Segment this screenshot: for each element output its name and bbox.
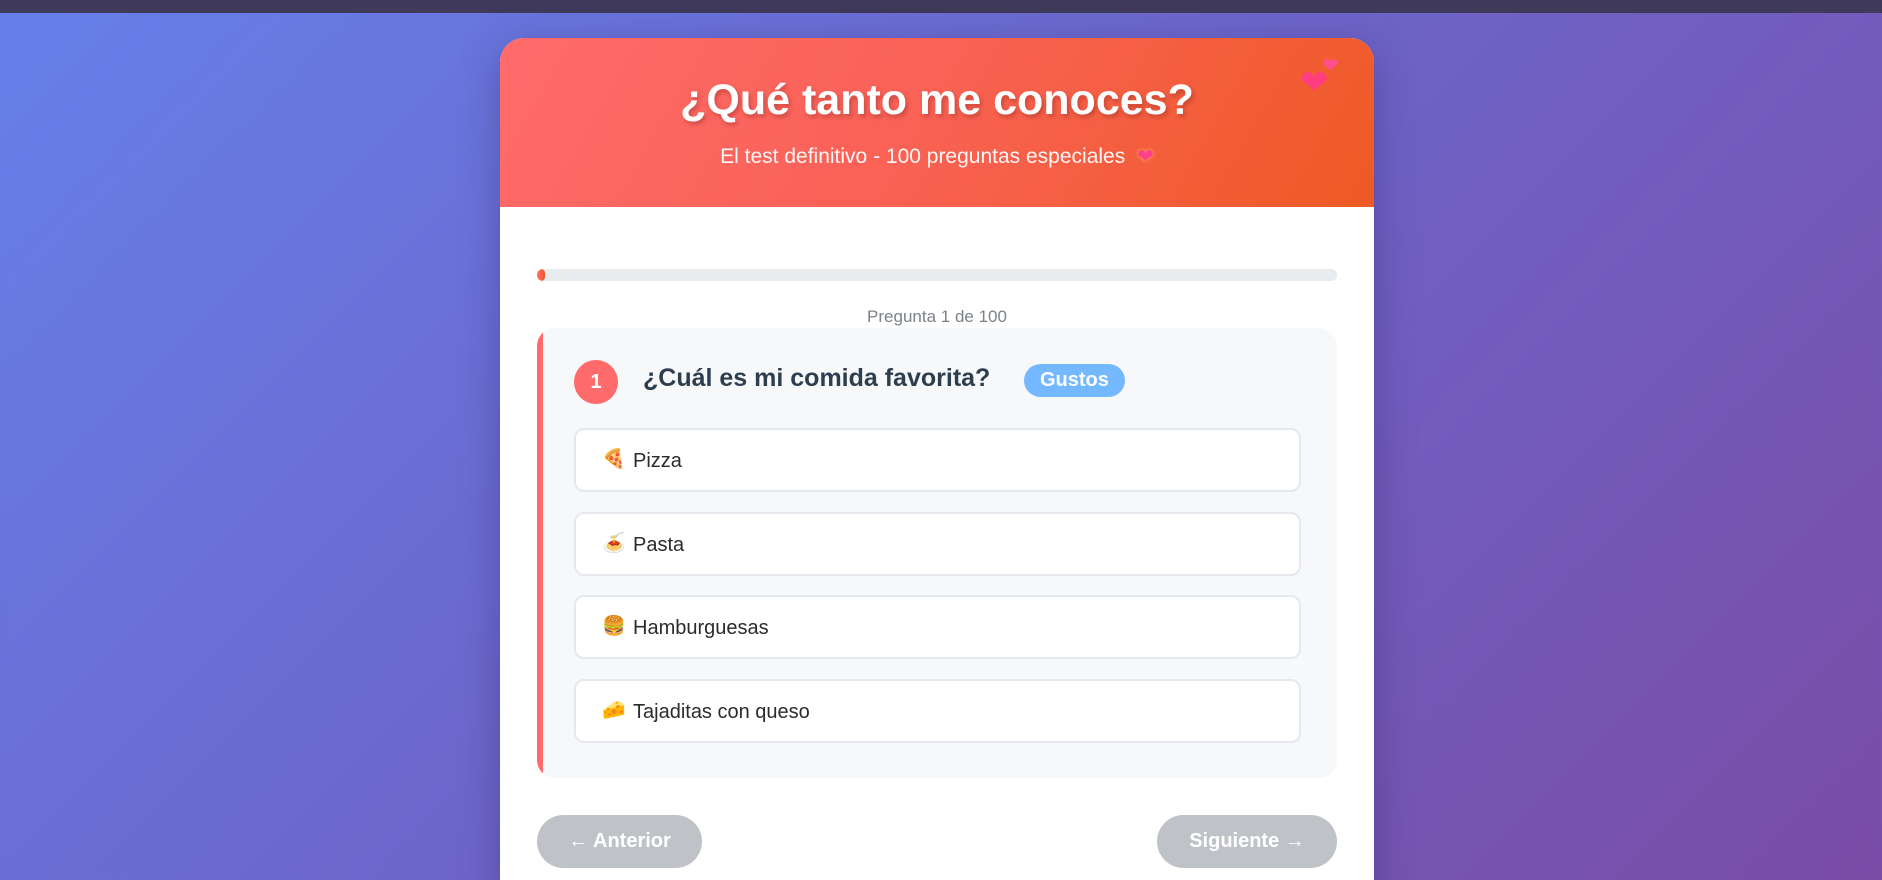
quiz-header: ¿Qué tanto me conoces? El test definitiv… — [500, 38, 1374, 207]
hamburger-icon: 🍔 — [602, 616, 626, 637]
option-pasta[interactable]: 🍝 Pasta — [574, 512, 1301, 576]
page-subtitle: El test definitivo - 100 preguntas espec… — [500, 144, 1374, 169]
option-hamburguesas[interactable]: 🍔 Hamburguesas — [574, 595, 1301, 659]
spaghetti-icon: 🍝 — [602, 533, 626, 554]
progress-text: Pregunta 1 de 100 — [867, 307, 1007, 326]
next-button[interactable]: Siguiente → — [1157, 815, 1337, 868]
option-tajaditas-con-queso[interactable]: 🧀 Tajaditas con queso — [574, 679, 1301, 743]
category-badge: Gustos — [1024, 364, 1125, 397]
option-label: Hamburguesas — [633, 617, 769, 639]
sparkling-heart-icon: ❤ — [1137, 146, 1154, 168]
quiz-card: ¿Qué tanto me conoces? El test definitiv… — [500, 38, 1374, 880]
progress-bar-fill — [537, 269, 545, 281]
page-title: ¿Qué tanto me conoces? — [680, 76, 1194, 124]
subtitle-text: El test definitivo - 100 preguntas espec… — [720, 145, 1126, 168]
question-card: 1 ¿Cuál es mi comida favorita? Gustos 🍕 … — [537, 328, 1337, 778]
option-label: Pasta — [633, 534, 685, 556]
pizza-icon: 🍕 — [602, 449, 626, 470]
browser-top-bar — [0, 0, 1882, 13]
question-number-badge: 1 — [574, 360, 618, 404]
option-pizza[interactable]: 🍕 Pizza — [574, 428, 1301, 492]
option-label: Pizza — [633, 450, 682, 472]
cheese-icon: 🧀 — [602, 700, 626, 721]
previous-button[interactable]: ← Anterior — [537, 815, 702, 868]
two-hearts-icon: ❤ ❤ — [1300, 55, 1339, 102]
option-label: Tajaditas con queso — [633, 701, 810, 723]
question-text: ¿Cuál es mi comida favorita? — [643, 364, 991, 392]
progress-bar — [537, 269, 1337, 281]
